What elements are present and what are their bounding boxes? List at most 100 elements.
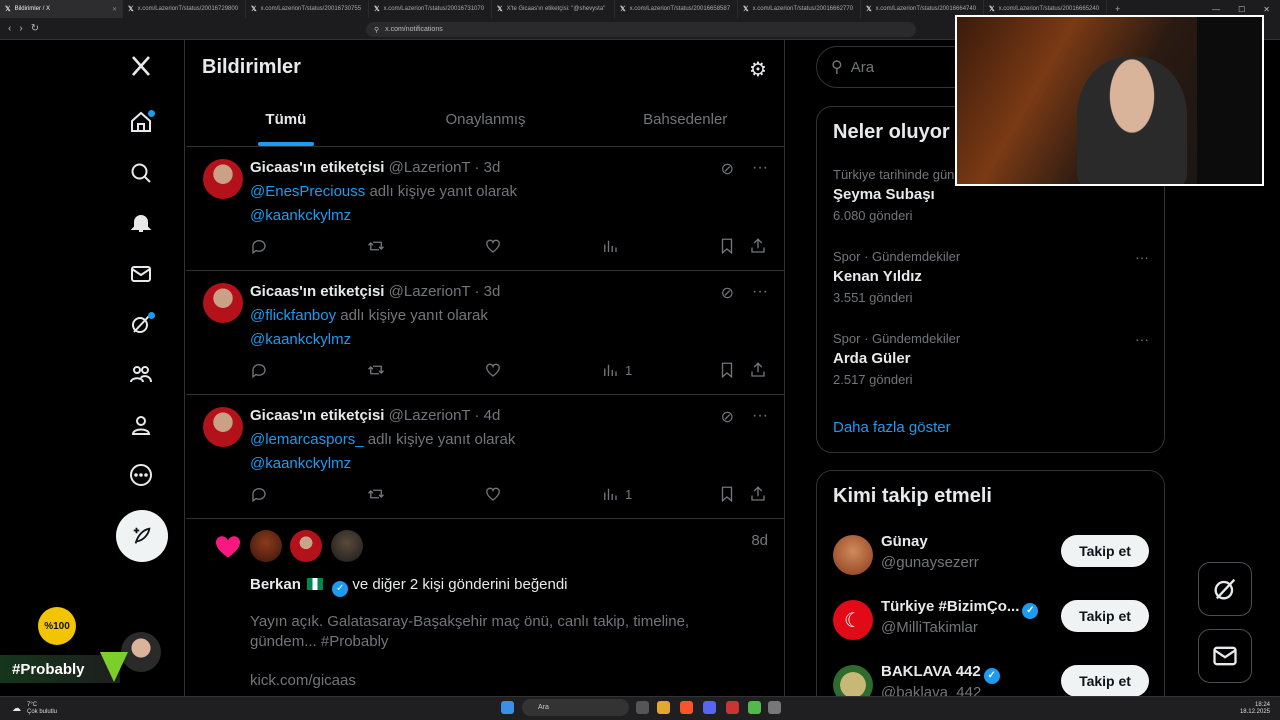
more-options-icon[interactable]: ··· [752,407,768,427]
avatar[interactable] [331,530,363,562]
tab-verified[interactable]: Onaylanmış [386,93,586,146]
avatar[interactable] [203,159,243,199]
post-link[interactable]: kick.com/gicaas [250,672,356,689]
messages-icon[interactable] [127,260,155,288]
settings-gear-icon[interactable]: ⚙ [749,57,767,82]
app-icon[interactable] [768,701,781,714]
search-icon[interactable] [127,159,155,187]
avatar[interactable] [203,283,243,323]
weather-widget[interactable]: 7°C Çok bulutlu [27,702,57,716]
follow-button[interactable]: Takip et [1061,535,1149,567]
turkey-flag-avatar[interactable]: ☾ [833,600,873,640]
like-notification[interactable]: 8d Berkan ✓ ve diğer 2 kişi gönderini be… [186,519,784,696]
minimize-icon[interactable]: — [1212,5,1220,14]
bookmark-icon[interactable] [718,237,736,255]
share-icon[interactable] [749,237,767,255]
repost-icon[interactable] [367,485,385,503]
app-icon[interactable] [748,701,761,714]
reply-to-link[interactable]: @kaankckylmz [250,455,351,472]
site-info-icon[interactable]: ⚲ [374,26,379,34]
more-icon[interactable] [127,461,155,489]
more-options-icon[interactable]: ··· [1135,331,1149,347]
mention-link[interactable]: @flickfanboy [250,307,336,324]
grok-float-button[interactable] [1198,562,1252,616]
follow-suggestion[interactable]: ☾ Türkiye #BizimÇo... ✓ @MilliTakimlar Ta… [833,596,1149,652]
reply-notification[interactable]: Gicaas'ın etiketçisi @LazerionT · 3d ⊘ ··… [186,271,784,395]
forward-icon[interactable]: › [19,23,22,34]
more-options-icon[interactable]: ··· [752,159,768,179]
follow-button[interactable]: Takip et [1061,665,1149,697]
views-icon[interactable]: 1 [601,485,632,503]
communities-icon[interactable] [127,360,155,388]
repost-icon[interactable] [367,361,385,379]
browser-tab[interactable]: 𝕏x.com/LazerionT/status/20016658587 [615,0,738,18]
close-window-icon[interactable]: ✕ [1263,5,1270,14]
avatar[interactable] [203,407,243,447]
back-icon[interactable]: ‹ [8,23,11,34]
follow-suggestion[interactable]: Günay @gunaysezerr Takip et [833,531,1149,587]
show-more-link[interactable]: Daha fazla göster [833,419,951,436]
messages-float-button[interactable] [1198,629,1252,683]
start-icon[interactable] [501,701,514,714]
close-icon[interactable]: ✕ [112,6,117,13]
taskbar-search[interactable]: Ara [522,699,629,716]
reply-notification[interactable]: Gicaas'ın etiketçisi @LazerionT · 3d ⊘ ··… [186,147,784,271]
tab-all[interactable]: Tümü [186,93,386,146]
trend-item[interactable]: Spor · Gündemdekiler Arda Güler 2.517 gö… [833,331,1149,387]
home-icon[interactable] [127,108,155,136]
trend-item[interactable]: Spor · Gündemdekiler Kenan Yıldız 3.551 … [833,249,1149,305]
repost-icon[interactable] [367,237,385,255]
browser-tab[interactable]: 𝕏x.com/LazerionT/status/20016731070 [369,0,492,18]
weather-icon[interactable]: ☁ [12,703,21,714]
file-explorer-icon[interactable] [657,701,670,714]
reply-icon[interactable] [250,361,268,379]
maximize-icon[interactable]: ☐ [1238,5,1245,14]
url-field[interactable]: ⚲ x.com/notifications [366,22,916,37]
notifications-bell-icon[interactable] [127,209,155,237]
author-name[interactable]: Gicaas'ın etiketçisi [250,407,384,424]
follow-button[interactable]: Takip et [1061,600,1149,632]
brave-icon[interactable] [680,701,693,714]
browser-tab[interactable]: 𝕏 X'te Gicaas'ın etiketçisi: "@shevysta" [492,0,615,18]
grok-icon[interactable]: ⊘ [721,407,734,427]
mention-link[interactable]: @EnesPreciouss [250,183,365,200]
share-icon[interactable] [749,485,767,503]
bookmark-icon[interactable] [718,485,736,503]
grok-icon[interactable]: ⊘ [721,283,734,303]
reply-icon[interactable] [250,237,268,255]
mention-link[interactable]: @lemarcaspors_ [250,431,364,448]
compose-post-button[interactable] [116,510,168,562]
grok-icon[interactable] [127,310,155,338]
like-icon[interactable] [484,485,502,503]
like-icon[interactable] [484,361,502,379]
avatar[interactable] [833,535,873,575]
clock[interactable]: 18:24 18.12.2025 [1240,702,1270,716]
browser-tab[interactable]: 𝕏x.com/LazerionT/status/20016729800 [123,0,246,18]
actor-name[interactable]: Berkan [250,576,301,593]
share-icon[interactable] [749,361,767,379]
views-icon[interactable]: 1 [601,361,632,379]
app-icon[interactable] [726,701,739,714]
profile-icon[interactable] [127,411,155,439]
reply-to-link[interactable]: @kaankckylmz [250,331,351,348]
reply-notification[interactable]: Gicaas'ın etiketçisi @LazerionT · 4d ⊘ ··… [186,395,784,519]
new-tab-icon[interactable]: + [1107,4,1128,14]
task-view-icon[interactable] [636,701,649,714]
more-options-icon[interactable]: ··· [1135,249,1149,265]
like-icon[interactable] [484,237,502,255]
tab-mentions[interactable]: Bahsedenler [585,93,784,146]
avatar[interactable] [290,530,322,562]
bookmark-icon[interactable] [718,361,736,379]
grok-icon[interactable]: ⊘ [721,159,734,179]
discord-icon[interactable] [703,701,716,714]
browser-tab[interactable]: 𝕏 Bildirimler / X ✕ [0,0,123,18]
avatar[interactable] [250,530,282,562]
reload-icon[interactable]: ↻ [31,23,39,34]
reply-to-link[interactable]: @kaankckylmz [250,207,351,224]
author-name[interactable]: Gicaas'ın etiketçisi [250,159,384,176]
browser-tab[interactable]: 𝕏x.com/LazerionT/status/20016730755 [246,0,369,18]
more-options-icon[interactable]: ··· [752,283,768,303]
x-home-logo-icon[interactable] [127,52,155,80]
browser-tab[interactable]: 𝕏x.com/LazerionT/status/20016662770 [738,0,861,18]
author-name[interactable]: Gicaas'ın etiketçisi [250,283,384,300]
